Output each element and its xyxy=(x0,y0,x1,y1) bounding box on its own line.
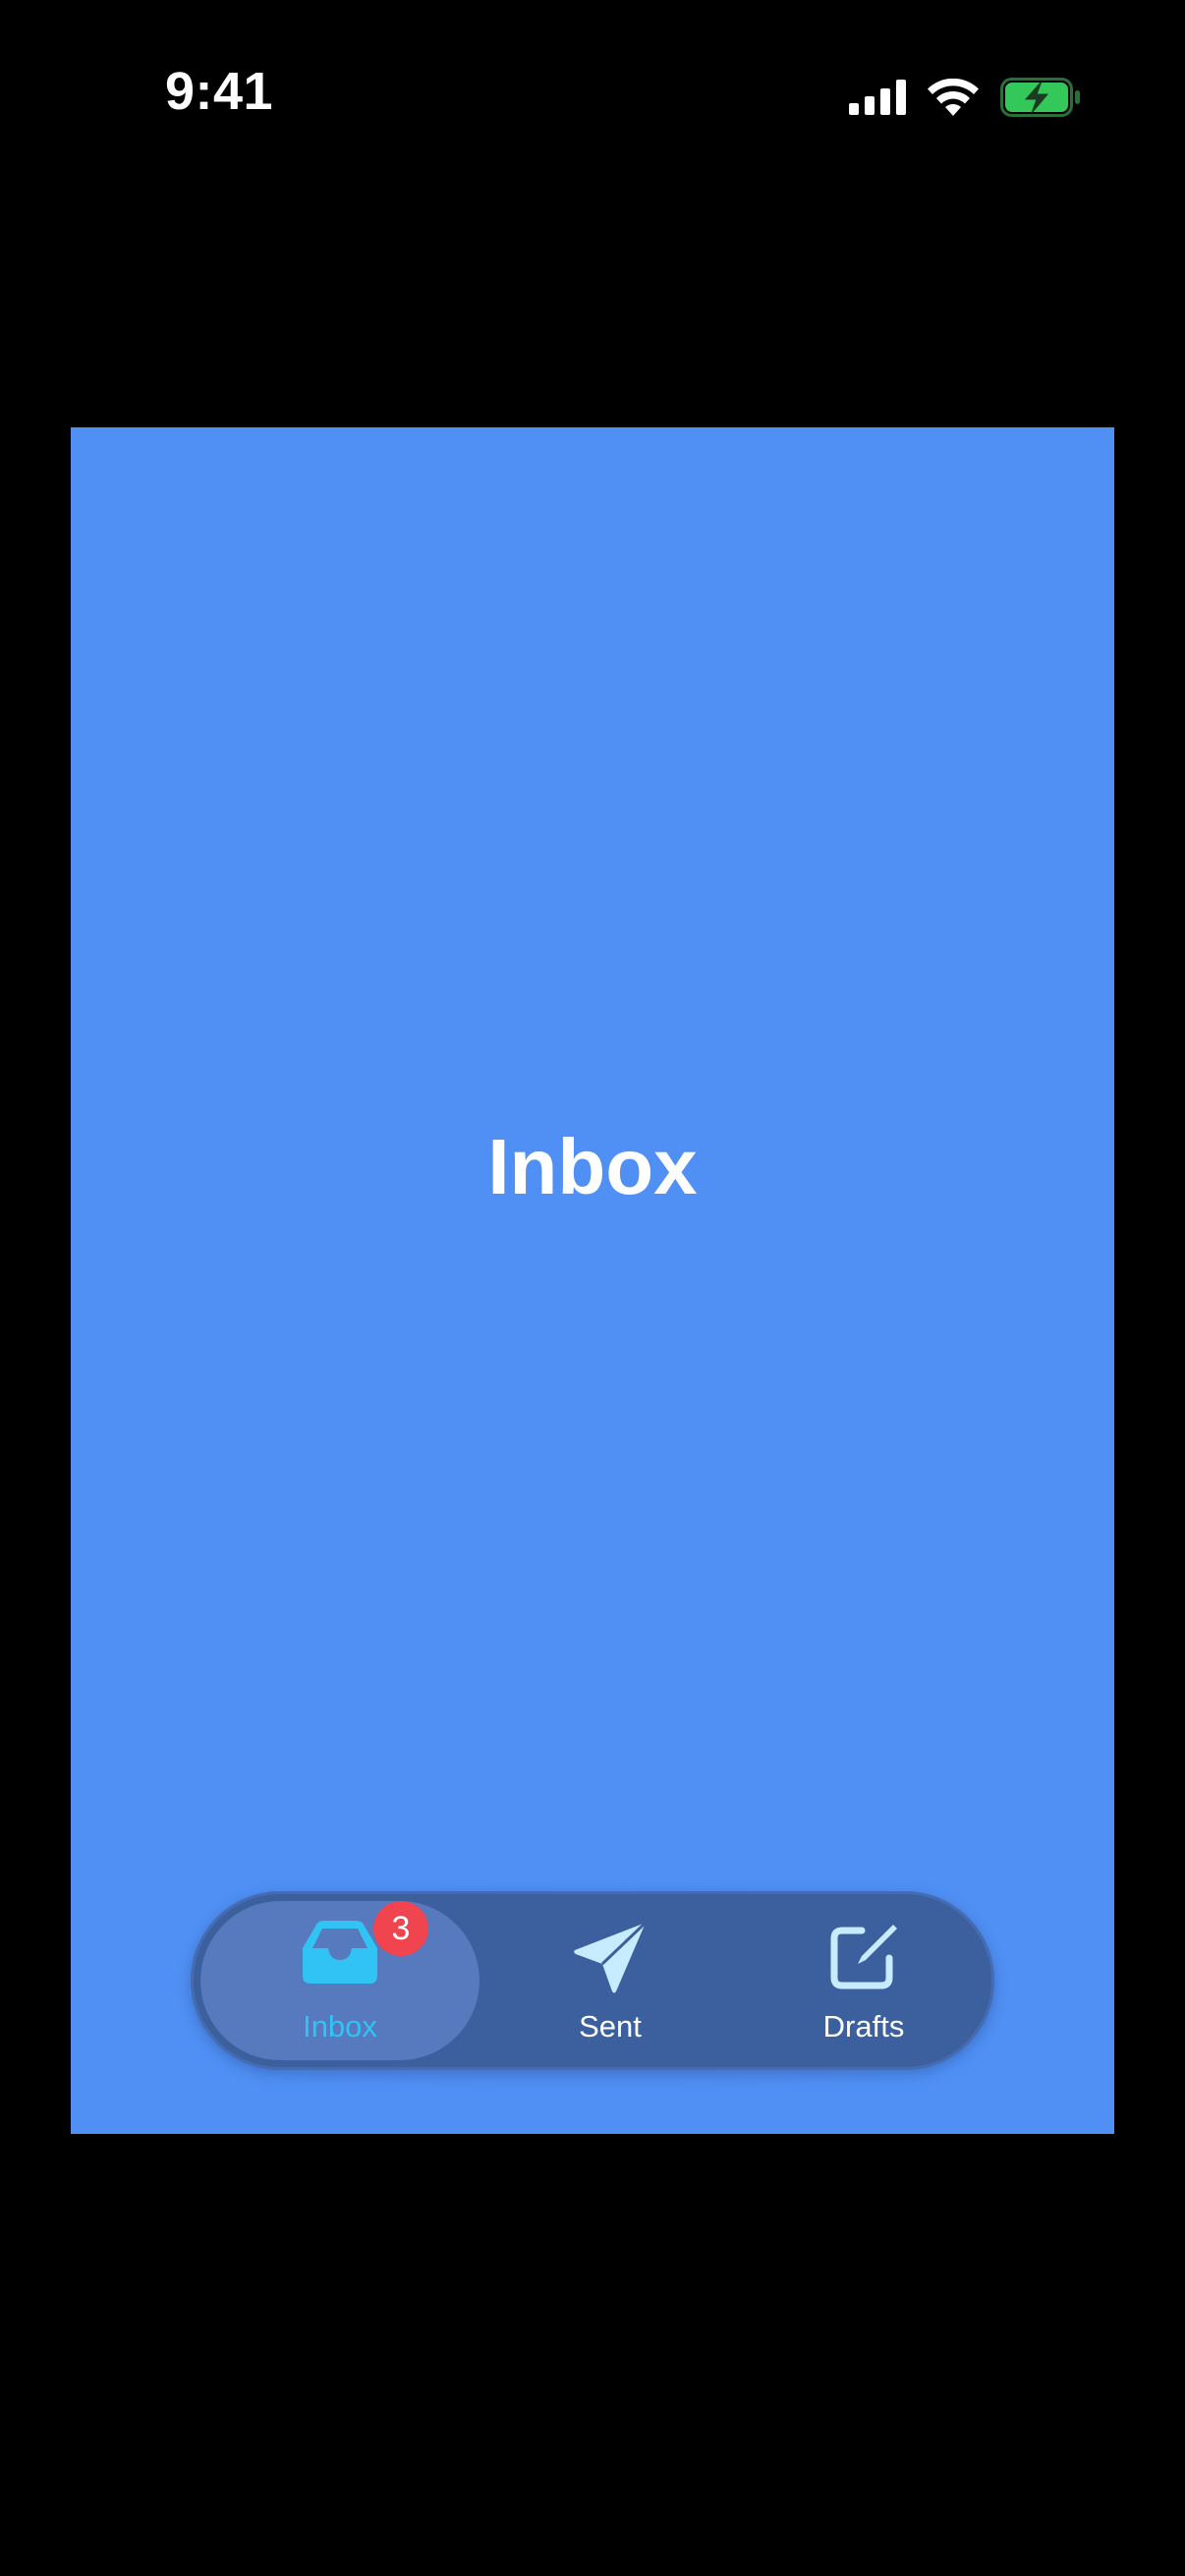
signal-icon xyxy=(849,80,906,115)
tab-drafts[interactable]: Drafts xyxy=(731,1891,996,2070)
status-time: 9:41 xyxy=(165,62,274,121)
tab-label-drafts: Drafts xyxy=(822,2009,905,2044)
compose-icon xyxy=(830,1925,897,1989)
tab-label-sent: Sent xyxy=(579,2009,642,2044)
battery-charging-icon xyxy=(1000,78,1080,117)
inbox-tray-icon xyxy=(303,1921,377,1984)
page-title: Inbox xyxy=(487,1123,698,1210)
content-area: Inbox 3 Inbox Sent Drafts xyxy=(71,427,1114,2134)
unread-badge: 3 xyxy=(373,1901,428,1956)
tab-label-inbox: Inbox xyxy=(303,2009,377,2044)
tab-inbox[interactable]: 3 Inbox xyxy=(200,1901,480,2060)
tab-bar: 3 Inbox Sent Drafts xyxy=(191,1891,994,2070)
wifi-icon xyxy=(928,79,979,116)
tab-sent[interactable]: Sent xyxy=(478,1891,743,2070)
app-screen: 9:41 Inbox 3 Inbox Sent Drafts xyxy=(0,0,1185,2576)
status-icons xyxy=(849,73,1081,122)
status-bar: 9:41 xyxy=(0,0,1185,196)
paper-plane-icon xyxy=(574,1921,648,1993)
